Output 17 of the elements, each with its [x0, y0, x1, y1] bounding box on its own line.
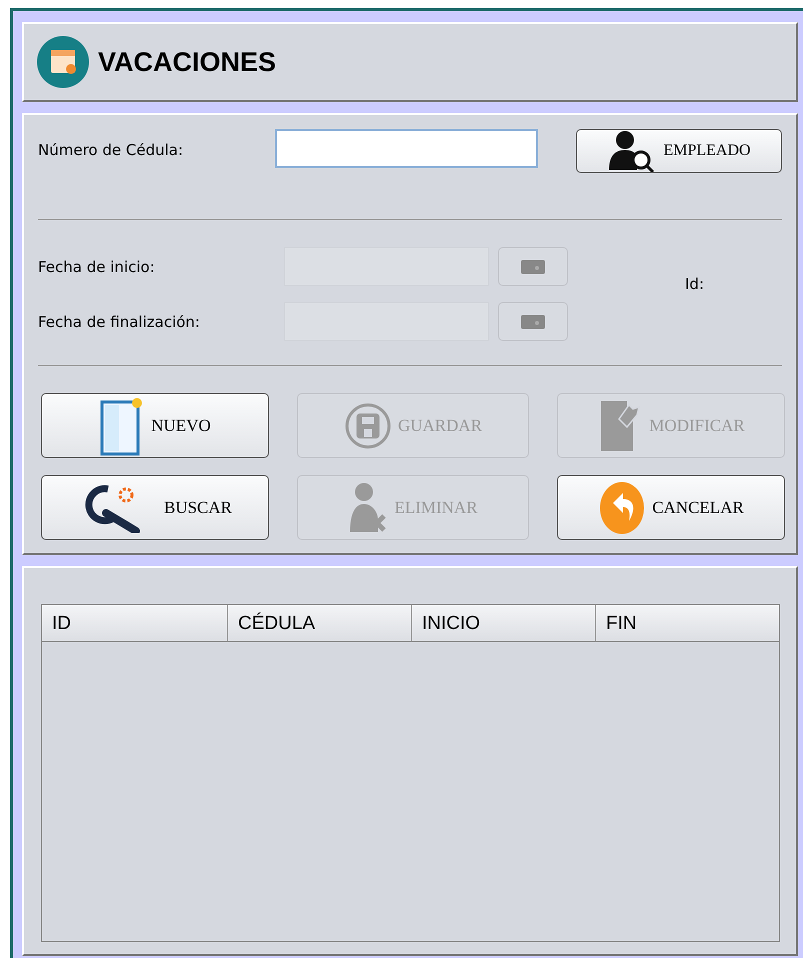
cedula-input-field[interactable]	[275, 129, 538, 168]
column-header[interactable]: INICIO	[412, 605, 596, 641]
field-label: Fecha de inicio:	[38, 258, 156, 276]
column-header[interactable]: FIN	[596, 605, 779, 641]
employee-button[interactable]: EMPLEADO	[576, 129, 782, 173]
id-label: Id:	[684, 274, 705, 293]
window-title: VACACIONES	[98, 46, 276, 78]
undo-icon	[598, 480, 646, 534]
field-label: Número de Cédula:	[38, 140, 184, 159]
cancel-button[interactable]: CANCELAR	[557, 475, 785, 540]
field-label: Fecha de finalización:	[38, 312, 201, 330]
column-header[interactable]: ID	[42, 605, 228, 641]
column-header[interactable]: CÉDULA	[228, 605, 412, 641]
floppy-disk-icon	[344, 402, 392, 450]
search-button[interactable]: BUSCAR	[41, 475, 269, 540]
new-button[interactable]: NUEVO	[41, 393, 269, 458]
person-cross-icon	[348, 482, 388, 534]
